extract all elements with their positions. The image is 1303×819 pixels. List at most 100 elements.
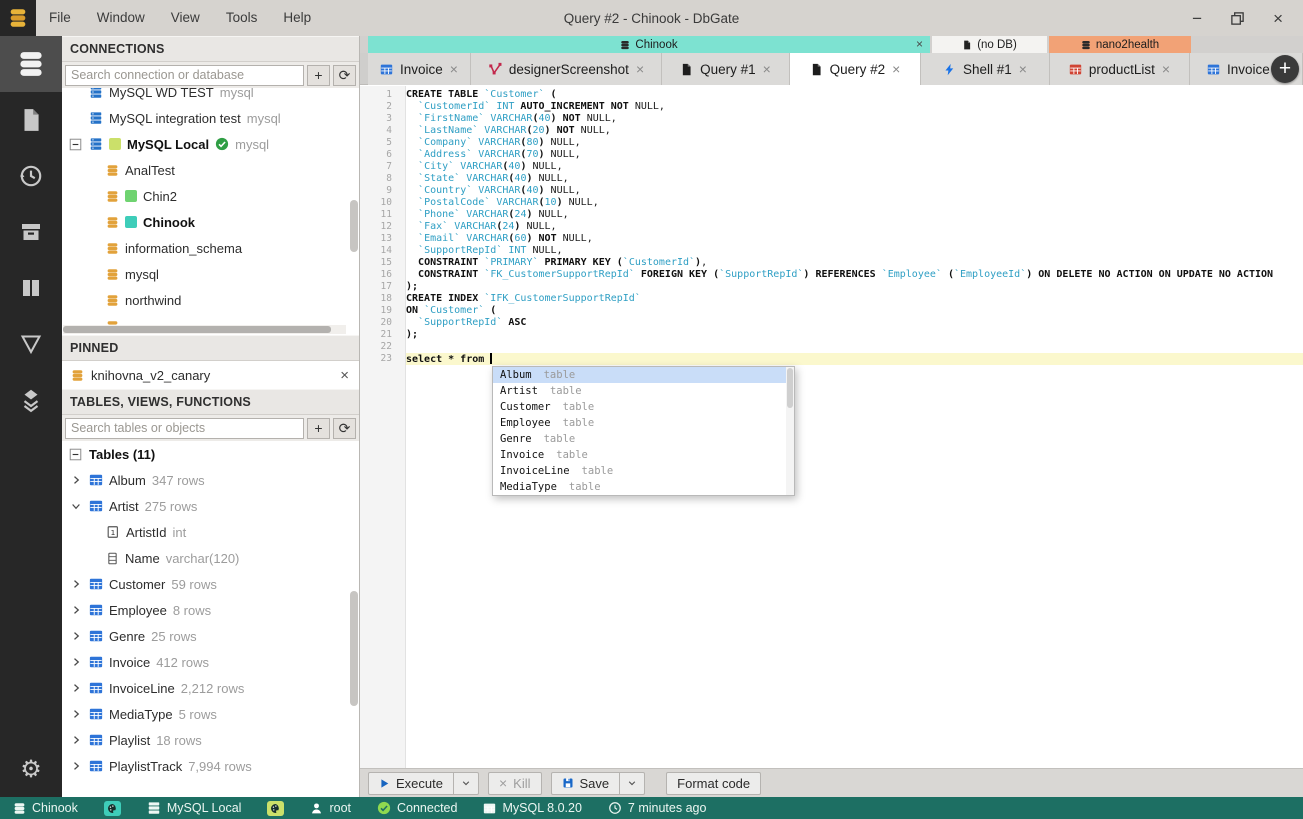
connection-item[interactable]: Chin2 (62, 183, 359, 209)
table-item[interactable]: InvoiceLine 2,212 rows (62, 675, 359, 701)
chevron-right-icon[interactable] (68, 708, 83, 720)
close-tab-icon[interactable]: × (450, 61, 458, 77)
chevron-right-icon[interactable] (68, 656, 83, 668)
tab-group-chinook[interactable]: Chinook × (368, 36, 930, 53)
tab-productlist[interactable]: productList × (1050, 53, 1190, 85)
collapse-icon[interactable] (68, 448, 83, 461)
close-tab-icon[interactable]: × (636, 61, 644, 77)
tab-query--2[interactable]: Query #2 × (790, 53, 921, 85)
code-line-14[interactable]: 14 `SupportRepId` INT NULL, (360, 245, 1303, 257)
execute-button[interactable]: Execute (368, 771, 454, 795)
execute-options-button[interactable] (453, 771, 479, 795)
table-item[interactable]: Employee 8 rows (62, 597, 359, 623)
close-button[interactable]: × (1273, 10, 1283, 27)
chevron-right-icon[interactable] (68, 630, 83, 642)
statusbar-connection[interactable]: MySQL Local (147, 801, 241, 815)
autocomplete-item[interactable]: MediaType table (493, 479, 794, 495)
chevron-down-icon[interactable] (68, 500, 83, 512)
kill-button[interactable]: × Kill (487, 771, 542, 795)
tab-query--1[interactable]: Query #1 × (662, 53, 790, 85)
connection-item[interactable]: information_schema (62, 235, 359, 261)
pinned-item[interactable]: knihovna_v2_canary × (62, 361, 359, 389)
save-button[interactable]: Save (550, 771, 621, 795)
menu-window[interactable]: Window (84, 0, 158, 36)
code-line-18[interactable]: 18 CREATE INDEX `IFK_CustomerSupportRepId… (360, 293, 1303, 305)
tab-group--no-db-[interactable]: (no DB) (932, 36, 1047, 53)
refresh-connections-button[interactable]: ⟳ (333, 64, 356, 86)
menu-file[interactable]: File (36, 0, 84, 36)
save-options-button[interactable] (620, 771, 646, 795)
connection-item[interactable]: MySQL Local mysql (62, 131, 359, 157)
table-item[interactable]: PlaylistTrack 7,994 rows (62, 753, 359, 779)
menu-tools[interactable]: Tools (213, 0, 271, 36)
autocomplete-item[interactable]: Invoice table (493, 447, 794, 463)
autocomplete-scrollbar[interactable] (786, 367, 794, 495)
add-connection-button[interactable]: + (307, 64, 330, 86)
code-line-8[interactable]: 8 `State` VARCHAR(40) NULL, (360, 173, 1303, 185)
menu-help[interactable]: Help (270, 0, 324, 36)
menu-view[interactable]: View (158, 0, 213, 36)
code-line-17[interactable]: 17); (360, 281, 1303, 293)
close-group-icon[interactable]: × (916, 37, 923, 51)
code-line-22[interactable]: 22 (360, 341, 1303, 353)
close-tab-icon[interactable]: × (1019, 61, 1027, 77)
rail-item-connections[interactable] (0, 36, 62, 92)
tables-group-header[interactable]: Tables (11) (62, 441, 359, 467)
connection-item[interactable]: northwind (62, 287, 359, 313)
table-item[interactable]: Genre 25 rows (62, 623, 359, 649)
table-item[interactable]: Customer 59 rows (62, 571, 359, 597)
statusbar-database[interactable]: Chinook (13, 801, 78, 815)
connection-item[interactable]: MySQL integration test mysql (62, 105, 359, 131)
code-line-19[interactable]: 19 ON `Customer` ( (360, 305, 1303, 317)
autocomplete-item[interactable]: Artist table (493, 383, 794, 399)
code-line-13[interactable]: 13 `Email` VARCHAR(60) NOT NULL, (360, 233, 1303, 245)
code-line-20[interactable]: 20 `SupportRepId` ASC (360, 317, 1303, 329)
connection-item[interactable]: mysql (62, 261, 359, 287)
table-item[interactable]: Album 347 rows (62, 467, 359, 493)
chevron-right-icon[interactable] (68, 474, 83, 486)
column-item[interactable]: Name varchar(120) (62, 545, 359, 571)
autocomplete-item[interactable]: Employee table (493, 415, 794, 431)
table-item[interactable]: Invoice 412 rows (62, 649, 359, 675)
autocomplete-item[interactable]: Album table (493, 367, 794, 383)
column-item[interactable]: 1 ArtistId int (62, 519, 359, 545)
objects-search-input[interactable] (65, 417, 304, 439)
rail-item-files[interactable] (0, 92, 62, 148)
collapse-icon[interactable] (68, 138, 83, 151)
refresh-objects-button[interactable]: ⟳ (333, 417, 356, 439)
statusbar-status[interactable]: Connected (377, 801, 457, 815)
autocomplete-item[interactable]: Genre table (493, 431, 794, 447)
restore-button[interactable] (1230, 11, 1245, 26)
code-line-5[interactable]: 5 `Company` VARCHAR(80) NULL, (360, 137, 1303, 149)
code-line-12[interactable]: 12 `Fax` VARCHAR(24) NULL, (360, 221, 1303, 233)
connections-vscrollbar[interactable] (350, 200, 358, 252)
connections-search-input[interactable] (65, 64, 304, 86)
close-tab-icon[interactable]: × (892, 61, 900, 77)
statusbar-user[interactable]: root (310, 801, 351, 815)
code-line-9[interactable]: 9 `Country` VARCHAR(40) NULL, (360, 185, 1303, 197)
code-line-3[interactable]: 3 `FirstName` VARCHAR(40) NOT NULL, (360, 113, 1303, 125)
chevron-right-icon[interactable] (68, 578, 83, 590)
table-item[interactable]: MediaType 5 rows (62, 701, 359, 727)
rail-item-history[interactable] (0, 148, 62, 204)
code-line-6[interactable]: 6 `Address` VARCHAR(70) NULL, (360, 149, 1303, 161)
code-line-16[interactable]: 16 CONSTRAINT `FK_CustomerSupportRepId` … (360, 269, 1303, 281)
connections-hscrollbar[interactable] (63, 325, 346, 334)
close-tab-icon[interactable]: × (763, 61, 771, 77)
chevron-right-icon[interactable] (68, 604, 83, 616)
add-object-button[interactable]: + (307, 417, 330, 439)
tab-invoice[interactable]: Invoice × (368, 53, 471, 85)
unpin-icon[interactable]: × (340, 367, 349, 384)
connection-item[interactable]: AnalTest (62, 157, 359, 183)
chevron-right-icon[interactable] (68, 734, 83, 746)
connection-item[interactable]: MySQL WD TEST mysql (62, 88, 359, 105)
code-line-23[interactable]: 23 select * from (360, 353, 1303, 365)
rail-item-plugins[interactable] (0, 372, 62, 428)
database-color-chip[interactable] (103, 800, 121, 816)
code-line-10[interactable]: 10 `PostalCode` VARCHAR(10) NULL, (360, 197, 1303, 209)
chevron-right-icon[interactable] (68, 760, 83, 772)
code-line-4[interactable]: 4 `LastName` VARCHAR(20) NOT NULL, (360, 125, 1303, 137)
tables-vscrollbar[interactable] (350, 591, 358, 706)
rail-item-archive[interactable] (0, 204, 62, 260)
code-line-11[interactable]: 11 `Phone` VARCHAR(24) NULL, (360, 209, 1303, 221)
